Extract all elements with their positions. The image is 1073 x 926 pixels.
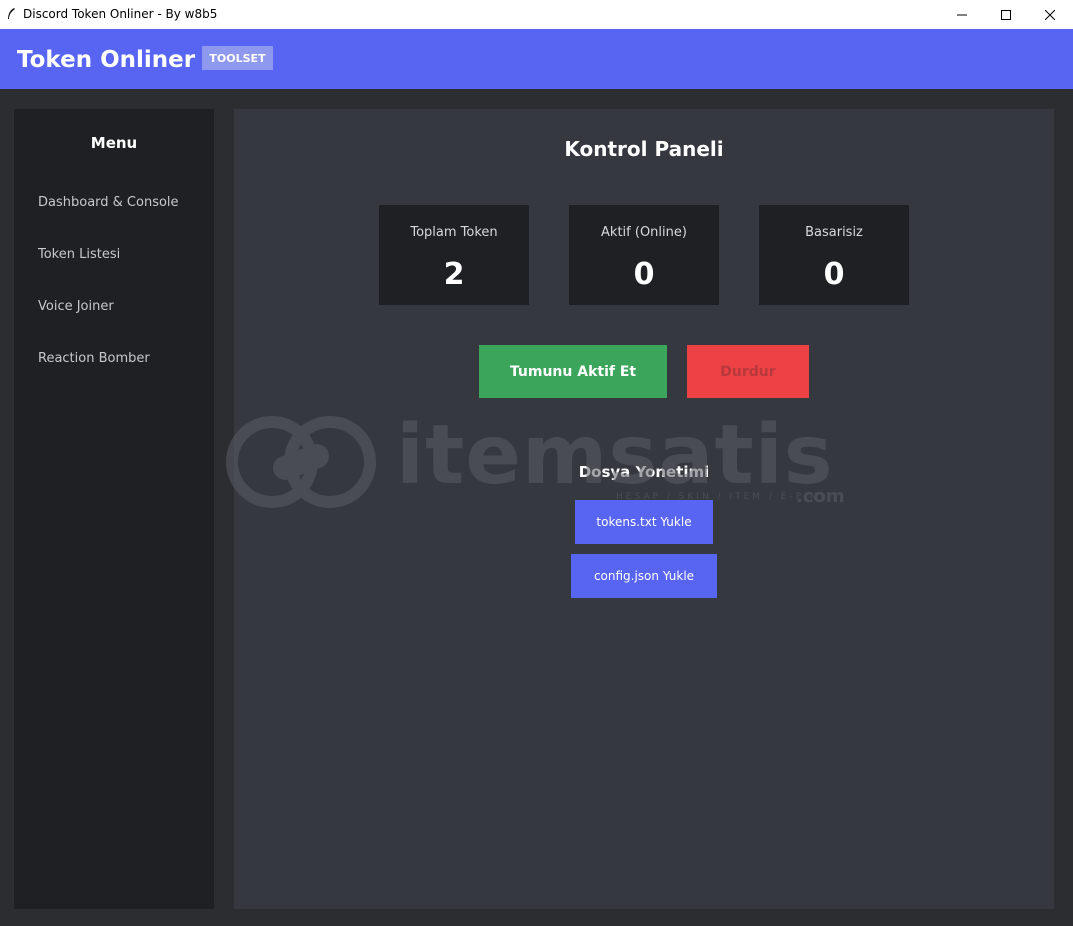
stat-label: Toplam Token: [410, 225, 498, 240]
sidebar-title: Menu: [90, 134, 138, 152]
minimize-button[interactable]: [939, 0, 985, 29]
close-button[interactable]: [1027, 0, 1073, 29]
window-title: Discord Token Onliner - By w8b5: [23, 7, 218, 21]
sidebar: Menu Dashboard & Console Token Listesi V…: [14, 109, 214, 909]
maximize-button[interactable]: [983, 0, 1029, 29]
app-title: Token Onliner: [17, 47, 196, 73]
sidebar-item-dashboard[interactable]: Dashboard & Console: [38, 195, 179, 210]
sidebar-item-reaction-bomber[interactable]: Reaction Bomber: [38, 351, 150, 366]
load-config-button[interactable]: config.json Yukle: [571, 554, 717, 598]
main-panel: Kontrol Paneli Toplam Token 2 Aktif (Onl…: [234, 109, 1054, 909]
page-title: Kontrol Paneli: [564, 137, 724, 161]
sidebar-item-token-listesi[interactable]: Token Listesi: [38, 247, 120, 262]
load-tokens-button[interactable]: tokens.txt Yukle: [575, 500, 713, 544]
feather-icon: [8, 8, 15, 19]
stat-value: 0: [823, 257, 845, 292]
minimize-icon: [957, 14, 967, 15]
stat-card-failed: Basarisiz 0: [759, 205, 909, 305]
stop-button[interactable]: Durdur: [687, 345, 809, 398]
maximize-icon: [1001, 9, 1011, 20]
close-icon: [1045, 9, 1055, 20]
activate-all-button[interactable]: Tumunu Aktif Et: [479, 345, 667, 398]
stat-card-total: Toplam Token 2: [379, 205, 529, 305]
file-management-title: Dosya Yonetimi: [578, 463, 710, 481]
stat-label: Aktif (Online): [601, 225, 687, 240]
app-header: Token Onliner TOOLSET: [0, 29, 1073, 89]
toolset-badge: TOOLSET: [202, 46, 273, 70]
stat-value: 0: [633, 257, 655, 292]
stat-card-active: Aktif (Online) 0: [569, 205, 719, 305]
stat-label: Basarisiz: [805, 225, 863, 240]
sidebar-item-voice-joiner[interactable]: Voice Joiner: [38, 299, 114, 314]
window-titlebar: Discord Token Onliner - By w8b5: [0, 0, 1073, 29]
stat-value: 2: [443, 257, 465, 292]
